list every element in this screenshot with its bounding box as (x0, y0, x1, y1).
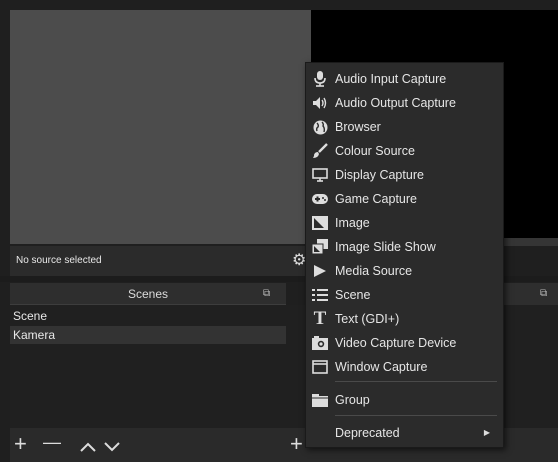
menu-item-audio-input-capture[interactable]: Audio Input Capture (306, 67, 503, 91)
gamepad-icon (311, 187, 329, 211)
preview-canvas[interactable] (10, 10, 311, 244)
microphone-icon (311, 67, 329, 91)
text-icon: T (313, 308, 327, 329)
menu-item-deprecated[interactable]: Deprecated ▶ (306, 421, 503, 445)
menu-item-image-slide-show[interactable]: Image Slide Show (306, 235, 503, 259)
monitor-icon (311, 163, 329, 187)
submenu-arrow-icon: ▶ (483, 428, 490, 437)
source-status: No source selected (10, 246, 286, 276)
move-scene-down-button[interactable] (104, 439, 120, 457)
menu-item-window-capture[interactable]: Window Capture (306, 355, 503, 379)
menu-item-browser[interactable]: Browser (306, 115, 503, 139)
move-scene-up-button[interactable] (80, 439, 96, 457)
play-icon (311, 259, 329, 283)
add-source-button[interactable]: + (290, 428, 303, 460)
globe-icon (311, 115, 329, 139)
scenes-toolbar: + — (10, 428, 286, 462)
menu-item-audio-output-capture[interactable]: Audio Output Capture (306, 91, 503, 115)
undock-icon[interactable]: ⧉ (263, 283, 270, 305)
scene-item-scene[interactable]: Scene (10, 307, 286, 325)
preview-edge (500, 238, 558, 246)
paintbrush-icon (311, 139, 329, 163)
menu-separator (335, 415, 497, 416)
scenes-title: Scenes (127, 287, 169, 301)
image-icon (311, 211, 329, 235)
window-icon (311, 355, 329, 379)
camera-icon (311, 331, 329, 355)
scenes-list: Scene Kamera (10, 305, 286, 428)
add-scene-button[interactable]: + (14, 428, 27, 460)
list-icon (311, 283, 329, 307)
sources-header: ⧉ (504, 283, 558, 305)
sources-list (286, 305, 306, 428)
menu-item-display-capture[interactable]: Display Capture (306, 163, 503, 187)
menu-item-media-source[interactable]: Media Source (306, 259, 503, 283)
menu-separator (335, 381, 497, 382)
speaker-icon (311, 91, 329, 115)
add-source-menu: Audio Input Capture Audio Output Capture… (305, 62, 504, 448)
menu-item-video-capture-device[interactable]: Video Capture Device (306, 331, 503, 355)
slideshow-icon (311, 235, 329, 259)
remove-scene-button[interactable]: — (43, 426, 61, 458)
folder-icon (311, 388, 329, 412)
undock-sources-icon[interactable]: ⧉ (540, 283, 547, 305)
scene-item-kamera[interactable]: Kamera (10, 326, 286, 344)
menu-item-group[interactable]: Group (306, 388, 503, 412)
menu-item-colour-source[interactable]: Colour Source (306, 139, 503, 163)
sources-list-right (504, 305, 558, 428)
menu-item-text-gdi[interactable]: T Text (GDI+) (306, 307, 503, 331)
scenes-header: Scenes ⧉ (10, 283, 286, 305)
menu-item-image[interactable]: Image (306, 211, 503, 235)
menu-item-scene[interactable]: Scene (306, 283, 503, 307)
menu-item-game-capture[interactable]: Game Capture (306, 187, 503, 211)
